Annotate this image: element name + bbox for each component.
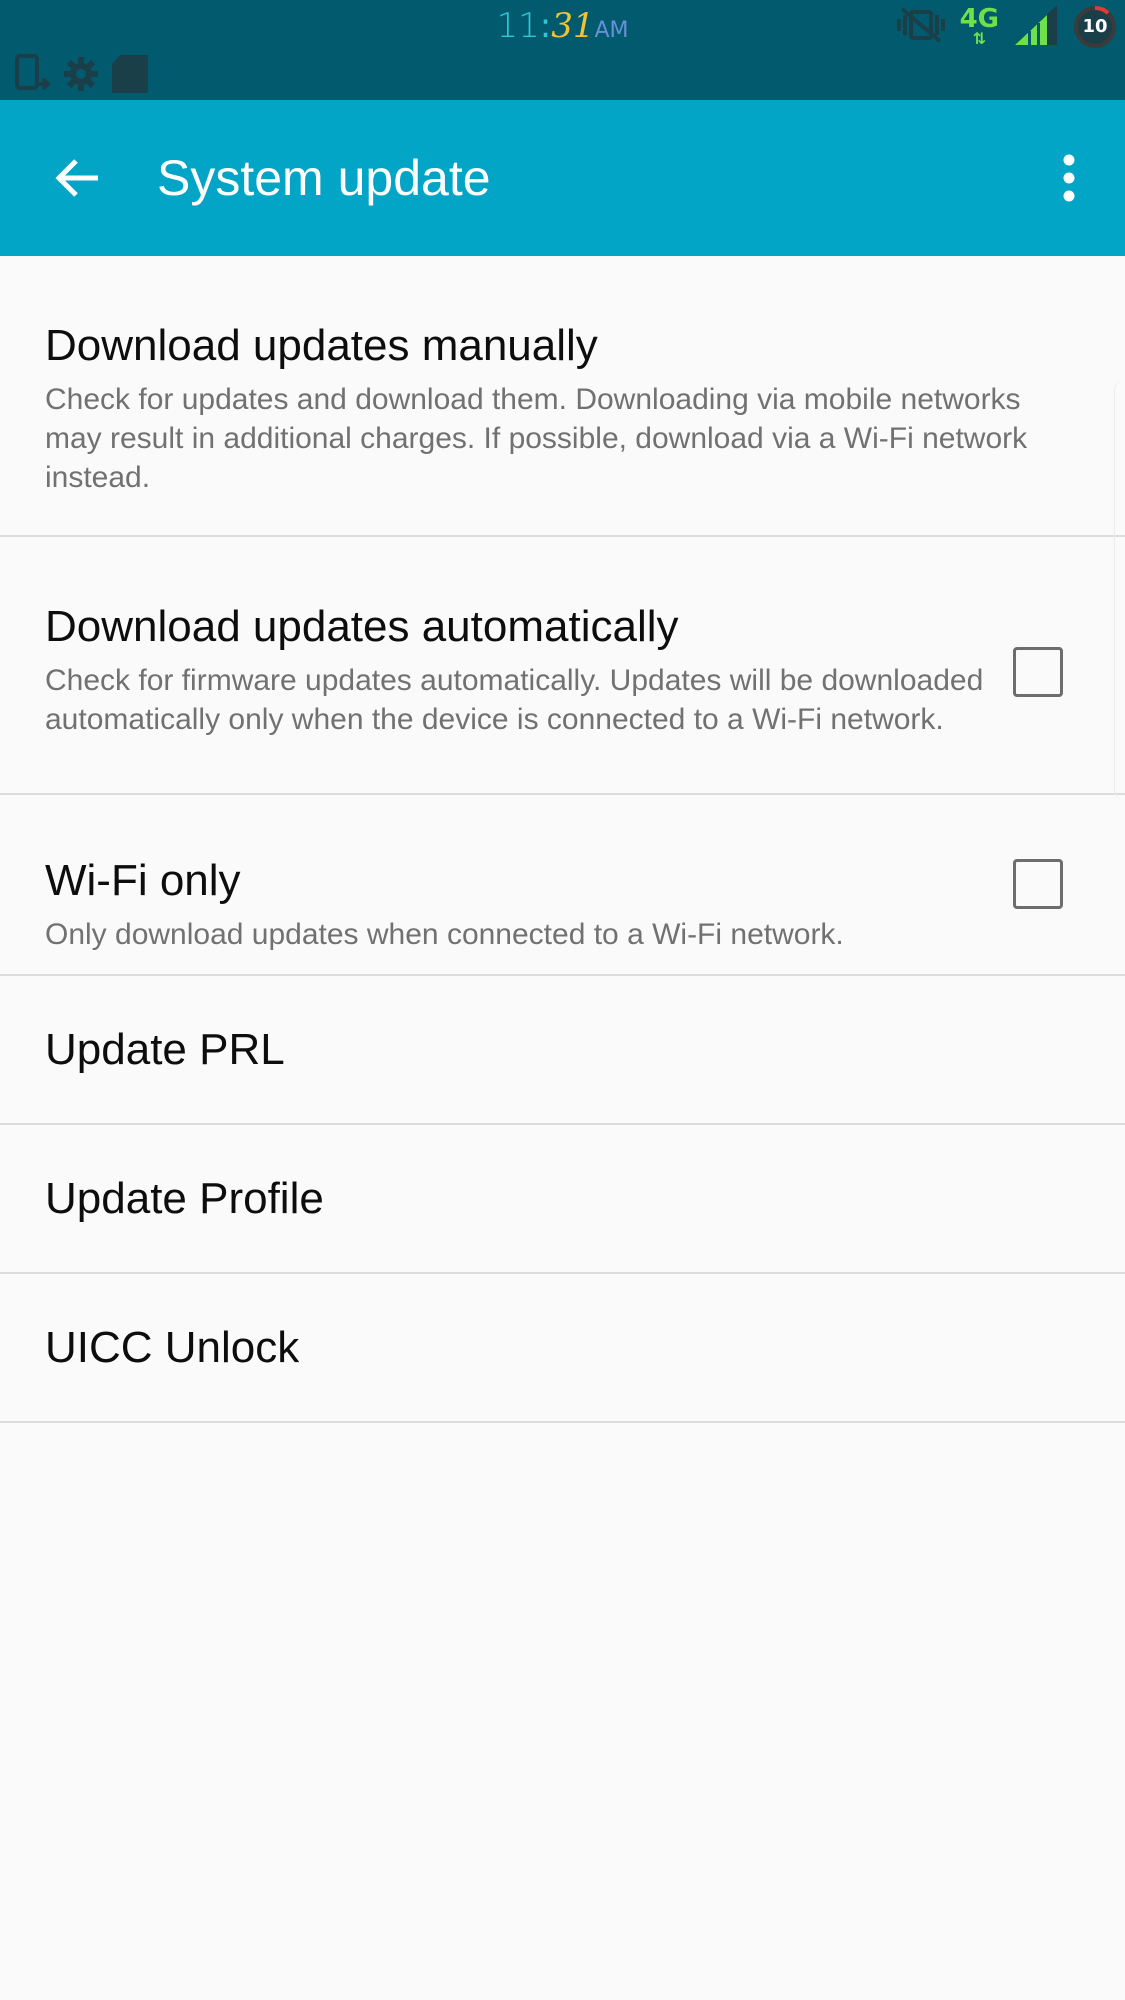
signal-strength-icon <box>1013 3 1059 52</box>
phone-transfer-icon <box>14 53 52 99</box>
back-button[interactable] <box>44 144 112 212</box>
more-options-button[interactable] <box>1035 144 1103 212</box>
setting-title: UICC Unlock <box>45 1323 300 1372</box>
notification-icons <box>14 53 162 99</box>
clock-hours: 11 <box>496 6 540 46</box>
battery-level: 10 <box>1082 16 1108 37</box>
setting-summary: Check for firmware updates automatically… <box>45 664 984 736</box>
data-activity-icon: ⇅ <box>972 31 986 48</box>
setting-summary: Only download updates when connected to … <box>45 918 844 951</box>
setting-title: Wi-Fi only <box>45 856 241 905</box>
clock-ampm: AM <box>594 18 629 43</box>
setting-download-manually[interactable]: Download updates manually Check for upda… <box>0 256 1125 537</box>
vibrate-muted-icon <box>896 5 946 50</box>
battery-icon: 10 <box>1073 5 1117 49</box>
wifi-only-checkbox[interactable] <box>1013 859 1063 909</box>
clock-separator: : <box>539 6 552 46</box>
auto-download-checkbox[interactable] <box>1013 647 1063 697</box>
app-bar: System update <box>0 100 1125 256</box>
edge-panel-handle[interactable] <box>1114 380 1125 800</box>
arrow-back-icon <box>55 159 98 197</box>
sd-card-icon <box>110 53 152 100</box>
setting-title: Download updates automatically <box>45 602 679 651</box>
setting-title: Update Profile <box>45 1174 324 1223</box>
page-title: System update <box>157 150 491 206</box>
status-bar: 11:31AM 4G ⇅ 10 <box>0 0 1125 100</box>
setting-summary: Check for updates and download them. Dow… <box>45 383 1028 494</box>
system-icons: 4G ⇅ 10 <box>882 2 1117 52</box>
setting-update-prl[interactable]: Update PRL <box>0 976 1125 1125</box>
network-type-label: 4G <box>959 4 999 34</box>
setting-wifi-only[interactable]: Wi-Fi only Only download updates when co… <box>0 795 1125 976</box>
setting-update-profile[interactable]: Update Profile <box>0 1125 1125 1274</box>
network-indicator: 4G ⇅ <box>960 6 999 48</box>
setting-uicc-unlock[interactable]: UICC Unlock <box>0 1274 1125 1423</box>
setting-title: Update PRL <box>45 1025 285 1074</box>
clock-minutes: 31 <box>551 6 595 46</box>
more-vertical-icon <box>1063 154 1075 202</box>
setting-title: Download updates manually <box>45 321 598 370</box>
settings-list: Download updates manually Check for upda… <box>0 256 1125 1423</box>
gear-icon <box>62 55 100 98</box>
setting-download-automatically[interactable]: Download updates automatically Check for… <box>0 537 1125 795</box>
